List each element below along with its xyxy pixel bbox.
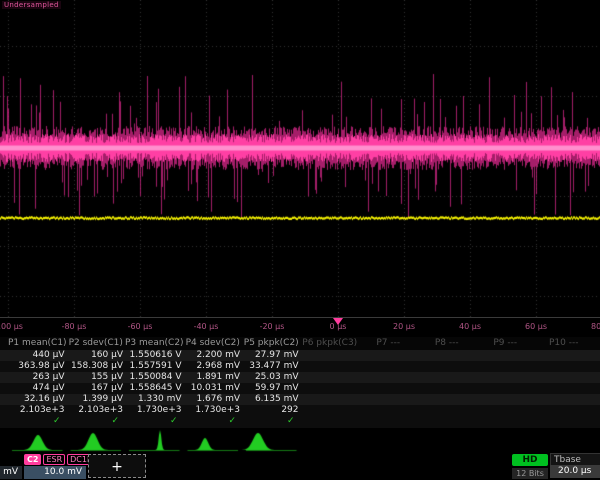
time-axis-label: 80 µs — [591, 322, 600, 331]
measurement-row: 474 µV167 µV1.558645 V10.031 mV59.97 mV — [0, 383, 600, 394]
measurement-ok-checkmark-icon: ✓ — [125, 416, 184, 428]
time-axis-label: -80 µs — [62, 322, 87, 331]
measurement-header-row: P1 mean(C1)P2 sdev(C1)P3 mean(C2)P4 sdev… — [0, 337, 600, 350]
measurement-value: 155 µV — [67, 372, 126, 383]
measurement-value: 292 — [242, 405, 301, 416]
waveform-grid-display — [0, 0, 600, 317]
c2-chip: C2 — [24, 454, 41, 465]
measurement-row: 32.16 µV1.399 µV1.330 mV1.676 mV6.135 mV — [0, 394, 600, 405]
c1-vertical-scale: 10.0 mV — [0, 466, 22, 479]
time-axis-label: 20 µs — [393, 322, 415, 331]
measurement-ok-checkmark-icon: ✓ — [242, 416, 301, 428]
measurement-value: 10.031 mV — [184, 383, 243, 394]
measurement-value: 1.730e+3 — [125, 405, 184, 416]
measurement-header[interactable]: P11 — [593, 337, 600, 350]
measurement-row: 363.98 µV158.308 µV1.557591 V2.968 mV33.… — [0, 361, 600, 372]
measurement-value: 440 µV — [8, 350, 67, 361]
measurement-row: 2.103e+32.103e+31.730e+31.730e+3292 — [0, 405, 600, 416]
measurement-ok-checkmark-icon: ✓ — [67, 416, 126, 428]
measurement-header[interactable]: P10 --- — [535, 337, 594, 350]
measurement-header[interactable]: P6 pkpk(C3) — [301, 337, 360, 350]
hd-mode-badge[interactable]: HD — [512, 454, 548, 466]
measurement-row: 440 µV160 µV1.550616 V2.200 mV27.97 mV — [0, 350, 600, 361]
time-axis-label: -100 µs — [0, 322, 23, 331]
time-axis: -100 µs-80 µs-60 µs-40 µs-20 µs0 µs20 µs… — [0, 317, 600, 337]
measurement-value: 2.200 mV — [184, 350, 243, 361]
timebase-descriptor[interactable]: Tbase 20.0 µs — [550, 453, 600, 479]
measurement-value: 6.135 mV — [242, 394, 301, 405]
measurement-value: 2.103e+3 — [8, 405, 67, 416]
measurement-value: 263 µV — [8, 372, 67, 383]
timebase-value: 20.0 µs — [550, 465, 600, 478]
measurement-status-row: ✓✓✓✓✓ — [0, 416, 600, 428]
measurement-value: 32.16 µV — [8, 394, 67, 405]
measurement-value: 167 µV — [67, 383, 126, 394]
measurement-table: P1 mean(C1)P2 sdev(C1)P3 mean(C2)P4 sdev… — [0, 337, 600, 428]
c2-vertical-scale: 10.0 mV — [24, 466, 86, 479]
measurement-value: 1.676 mV — [184, 394, 243, 405]
measurement-value: 158.308 µV — [67, 361, 126, 372]
measurement-value: 25.03 mV — [242, 372, 301, 383]
measurement-ok-checkmark-icon: ✓ — [8, 416, 67, 428]
measurement-header[interactable]: P1 mean(C1) — [8, 337, 67, 350]
measurement-value: 33.477 mV — [242, 361, 301, 372]
measurement-value: 27.97 mV — [242, 350, 301, 361]
resolution-bits-label: 12 Bits — [512, 468, 548, 479]
measurement-value: 1.399 µV — [67, 394, 126, 405]
measurement-value: 1.730e+3 — [184, 405, 243, 416]
measurement-header[interactable]: P3 mean(C2) — [125, 337, 184, 350]
measurement-value: 160 µV — [67, 350, 126, 361]
time-axis-label: -20 µs — [260, 322, 285, 331]
bottom-toolbar: C1 ESR DC1M 10.0 mV C2 ESR DC1M 10.0 mV … — [0, 452, 600, 480]
add-trace-button[interactable]: + — [88, 454, 146, 478]
measurement-header[interactable]: P7 --- — [359, 337, 418, 350]
time-axis-label: -60 µs — [128, 322, 153, 331]
measurement-header[interactable]: P4 sdev(C2) — [184, 337, 243, 350]
measurement-value: 2.968 mV — [184, 361, 243, 372]
measurement-value: 1.891 mV — [184, 372, 243, 383]
time-axis-label: -40 µs — [194, 322, 219, 331]
measurement-header[interactable]: P9 --- — [476, 337, 535, 350]
measurement-header[interactable]: P8 --- — [418, 337, 477, 350]
c2-esr-badge: ESR — [43, 454, 65, 465]
measurement-value: 1.550616 V — [125, 350, 184, 361]
measurement-value: 1.558645 V — [125, 383, 184, 394]
measurement-value: 59.97 mV — [242, 383, 301, 394]
time-axis-label: 40 µs — [459, 322, 481, 331]
measurement-value: 2.103e+3 — [67, 405, 126, 416]
measurement-value: 1.557591 V — [125, 361, 184, 372]
measurement-value: 1.550084 V — [125, 372, 184, 383]
trigger-position-marker-icon[interactable] — [333, 318, 343, 325]
time-axis-label: 60 µs — [525, 322, 547, 331]
measurement-header[interactable]: P5 pkpk(C2) — [242, 337, 301, 350]
undersampled-warning: Undersampled — [2, 1, 61, 9]
oscilloscope-screen: Undersampled -100 µs -80 µs -60 µs -40 µs -2… — [0, 0, 600, 480]
timebase-title: Tbase — [550, 453, 600, 465]
measurement-header[interactable]: P2 sdev(C1) — [67, 337, 126, 350]
measurement-value: 1.330 mV — [125, 394, 184, 405]
measurement-row: 263 µV155 µV1.550084 V1.891 mV25.03 mV — [0, 372, 600, 383]
channel-c2-descriptor[interactable]: C2 ESR DC1M 10.0 mV — [24, 453, 86, 479]
measurement-value: 474 µV — [8, 383, 67, 394]
histicons-display — [0, 428, 600, 452]
measurement-ok-checkmark-icon: ✓ — [184, 416, 243, 428]
channel-c1-descriptor[interactable]: C1 ESR DC1M 10.0 mV — [0, 453, 22, 479]
measurement-value: 363.98 µV — [8, 361, 67, 372]
